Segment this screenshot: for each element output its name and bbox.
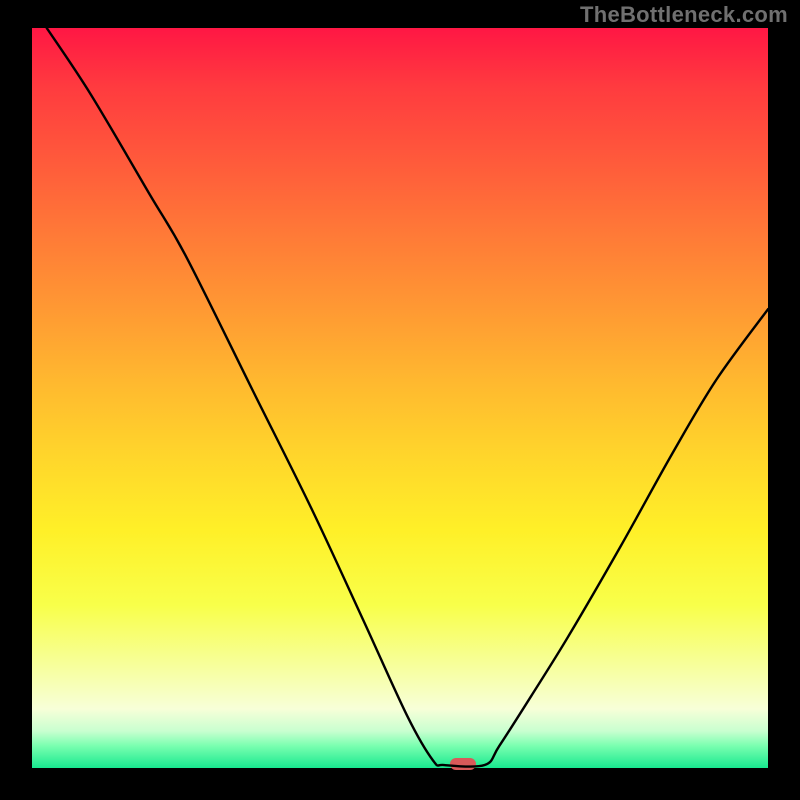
bottleneck-curve bbox=[32, 28, 768, 768]
watermark-text: TheBottleneck.com bbox=[580, 2, 788, 28]
chart-container: TheBottleneck.com bbox=[0, 0, 800, 800]
plot-area bbox=[32, 28, 768, 768]
